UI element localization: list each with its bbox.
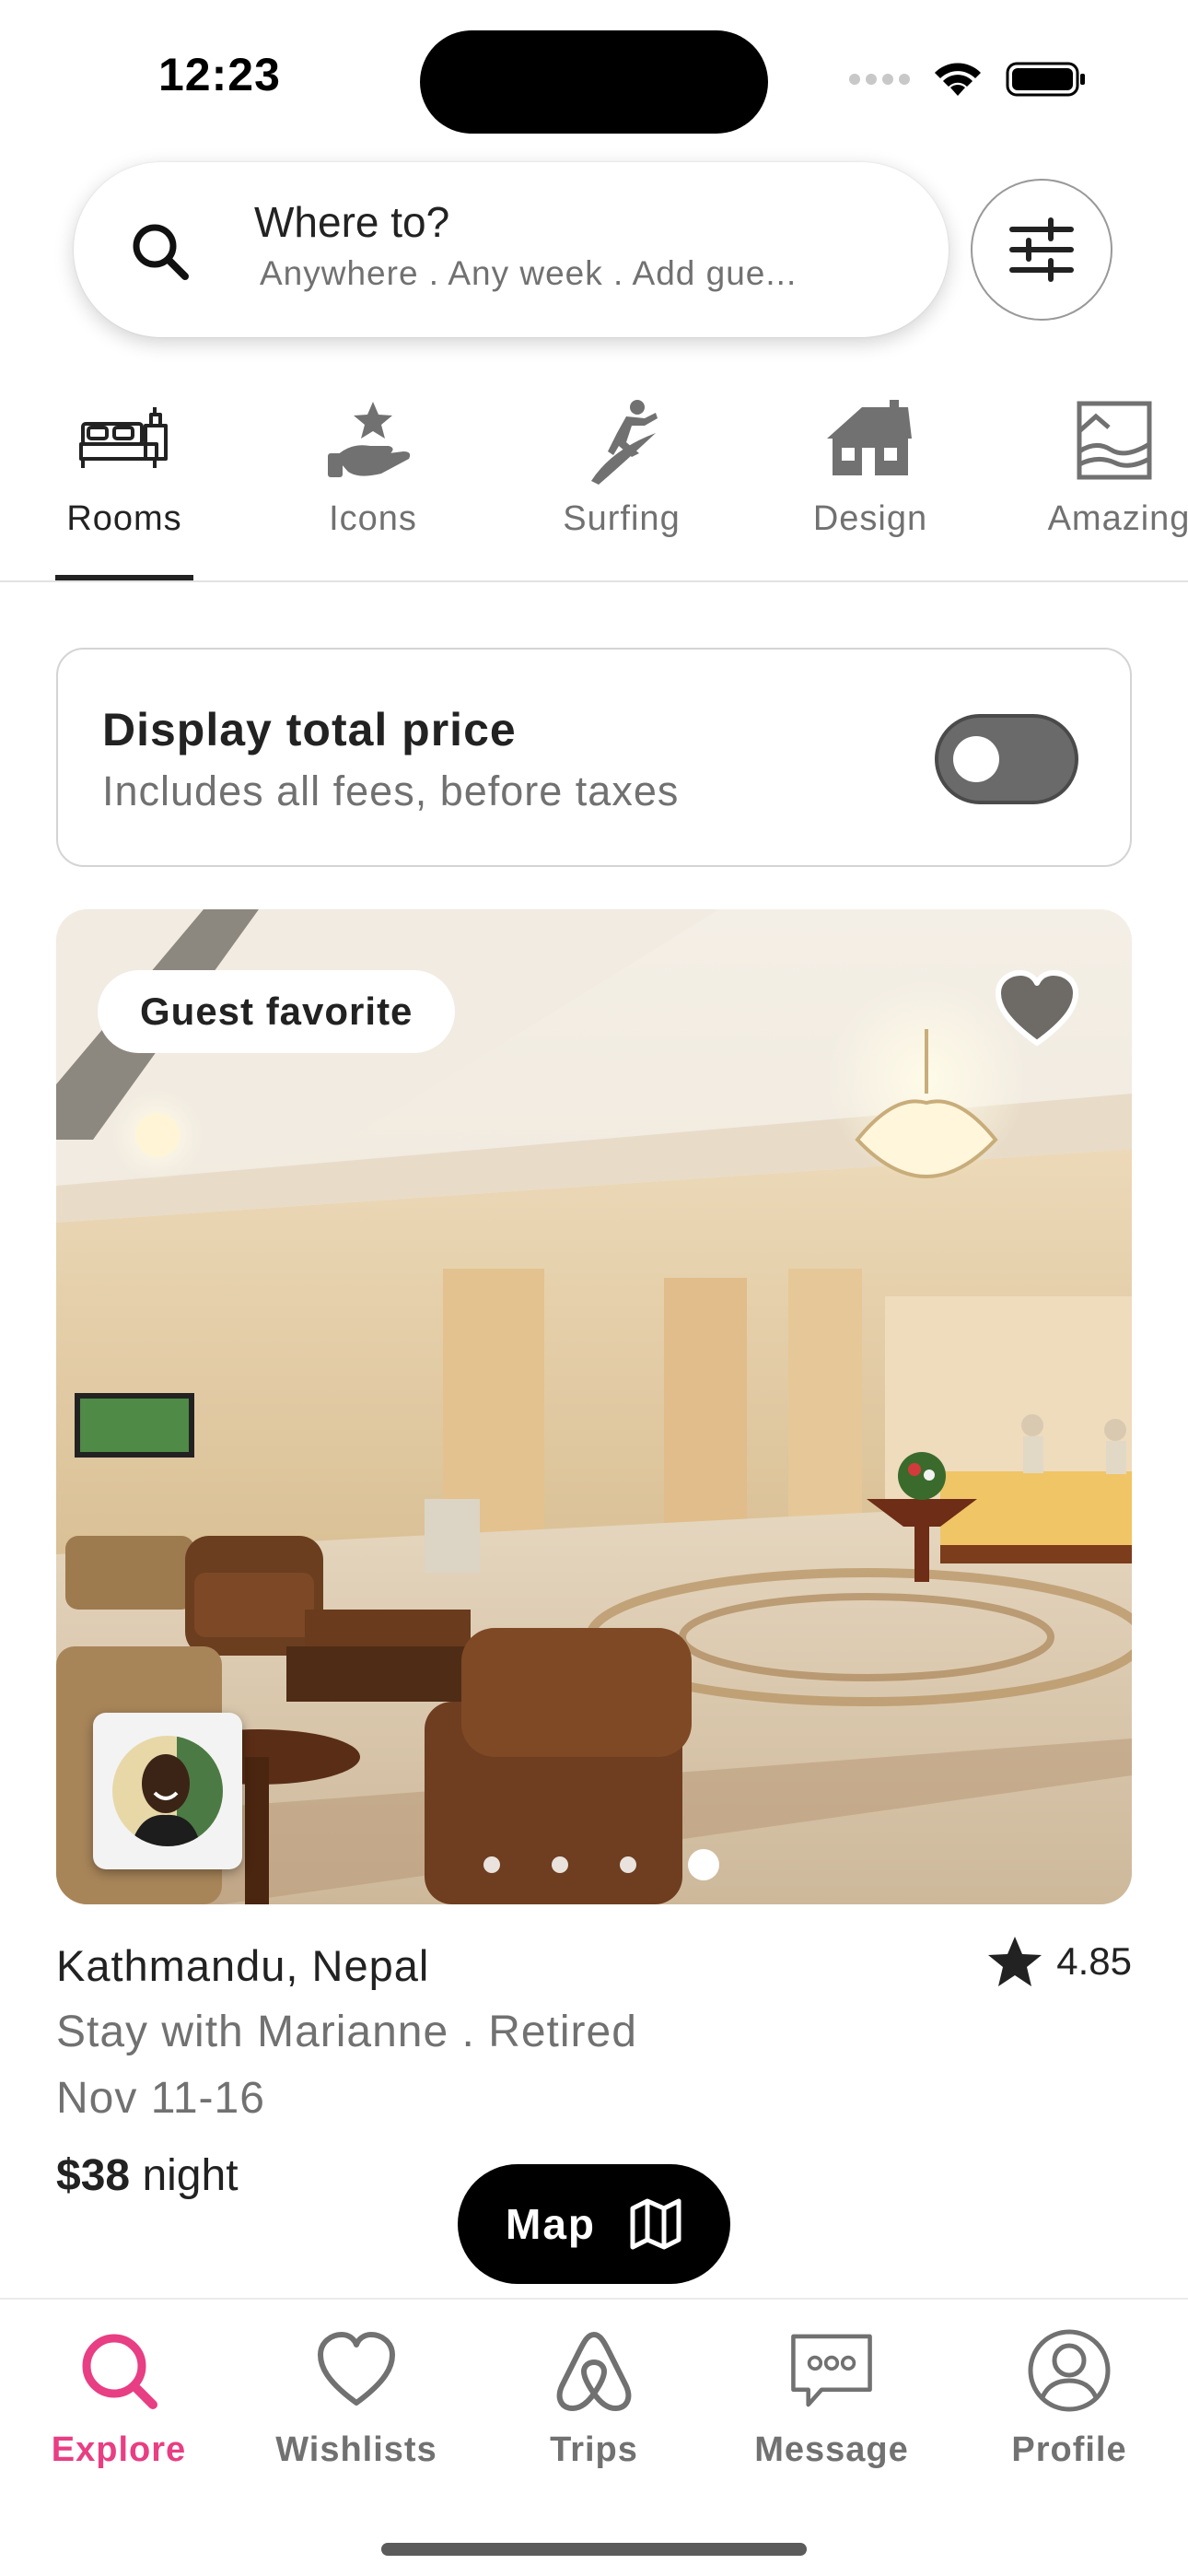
total-price-card: Display total price Includes all fees, b… bbox=[56, 648, 1132, 867]
map-button[interactable]: Map bbox=[458, 2164, 730, 2284]
pagination-dot bbox=[483, 1856, 500, 1873]
listing-price: $38 night bbox=[56, 2150, 239, 2201]
tab-trips[interactable]: Trips bbox=[475, 2327, 713, 2470]
photo-pagination bbox=[483, 1849, 719, 1880]
home-indicator bbox=[381, 2543, 807, 2556]
price-unit: night bbox=[142, 2151, 239, 2200]
toggle-knob bbox=[953, 736, 999, 782]
search-title: Where to? bbox=[254, 198, 450, 246]
battery-icon bbox=[1006, 62, 1085, 97]
listing-photo[interactable]: Guest favorite bbox=[56, 909, 1132, 1904]
host-avatar-card bbox=[93, 1713, 242, 1869]
category-divider bbox=[0, 580, 1188, 582]
category-label: Surfing bbox=[563, 499, 681, 538]
hand-star-icon bbox=[328, 402, 411, 477]
category-label: Rooms bbox=[66, 499, 182, 538]
message-icon bbox=[791, 2334, 872, 2407]
category-amazing[interactable]: Amazing bbox=[1018, 387, 1188, 582]
dynamic-island bbox=[420, 30, 768, 134]
price-amount: $38 bbox=[56, 2151, 131, 2200]
surfer-icon bbox=[591, 400, 658, 485]
search-subtitle: Anywhere . Any week . Add gue... bbox=[260, 254, 798, 292]
tab-message[interactable]: Message bbox=[713, 2327, 950, 2470]
tab-label: Profile bbox=[1011, 2430, 1127, 2469]
pagination-dot bbox=[620, 1856, 636, 1873]
tab-explore[interactable]: Explore bbox=[0, 2327, 238, 2470]
category-bar: Rooms Icons Surfing Design Amazing bbox=[0, 387, 1188, 582]
profile-icon bbox=[1028, 2329, 1111, 2412]
search-icon bbox=[82, 2334, 157, 2409]
tab-label: Wishlists bbox=[275, 2430, 437, 2469]
category-design[interactable]: Design bbox=[769, 387, 972, 582]
filter-sliders-icon bbox=[1009, 217, 1074, 282]
category-label: Design bbox=[812, 499, 928, 538]
map-icon bbox=[630, 2198, 681, 2250]
listing-host: Stay with Marianne . Retired bbox=[56, 2008, 637, 2056]
wifi-icon bbox=[935, 63, 981, 96]
listing-location[interactable]: Kathmandu, Nepal bbox=[56, 1940, 429, 1991]
filter-button[interactable] bbox=[971, 179, 1112, 321]
status-icons bbox=[849, 59, 1087, 100]
total-price-toggle[interactable] bbox=[935, 714, 1078, 804]
house-icon bbox=[827, 400, 912, 475]
status-time: 12:23 bbox=[158, 49, 281, 100]
heart-icon bbox=[318, 2332, 395, 2406]
tab-wishlists[interactable]: Wishlists bbox=[238, 2327, 475, 2470]
amazing-view-icon bbox=[1077, 401, 1152, 480]
total-price-subtitle: Includes all fees, before taxes bbox=[102, 767, 680, 814]
pagination-dot-current bbox=[688, 1849, 719, 1880]
total-price-title: Display total price bbox=[102, 704, 517, 755]
tab-profile[interactable]: Profile bbox=[950, 2327, 1188, 2470]
airbnb-logo-icon bbox=[556, 2332, 632, 2411]
category-label: Icons bbox=[329, 499, 417, 538]
pagination-dot bbox=[552, 1856, 568, 1873]
tab-label: Message bbox=[754, 2430, 909, 2469]
category-rooms[interactable]: Rooms bbox=[23, 387, 226, 582]
bottom-tab-bar: Explore Wishlists Trips Message Profile bbox=[0, 2298, 1188, 2576]
category-label: Amazing bbox=[1047, 499, 1188, 538]
cellular-signal-icon bbox=[849, 74, 910, 85]
tab-label: Explore bbox=[51, 2430, 187, 2469]
explore-screen: 12:23 Where to? Anywhere . Any week . Ad… bbox=[0, 0, 1188, 2576]
search-icon bbox=[133, 224, 189, 280]
bed-icon bbox=[79, 407, 168, 468]
category-surfing[interactable]: Surfing bbox=[520, 387, 723, 582]
guest-favorite-badge: Guest favorite bbox=[98, 970, 456, 1053]
rating-value: 4.85 bbox=[1056, 1939, 1132, 1983]
heart-icon[interactable] bbox=[995, 969, 1079, 1048]
map-button-label: Map bbox=[506, 2200, 596, 2248]
category-icons[interactable]: Icons bbox=[272, 387, 474, 582]
listing-rating: 4.85 bbox=[986, 1935, 1132, 1988]
star-icon bbox=[988, 1937, 1042, 1986]
search-bar[interactable]: Where to? Anywhere . Any week . Add gue.… bbox=[74, 162, 949, 337]
listing-dates: Nov 11-16 bbox=[56, 2074, 265, 2123]
avatar bbox=[112, 1736, 223, 1846]
tab-label: Trips bbox=[550, 2430, 638, 2469]
